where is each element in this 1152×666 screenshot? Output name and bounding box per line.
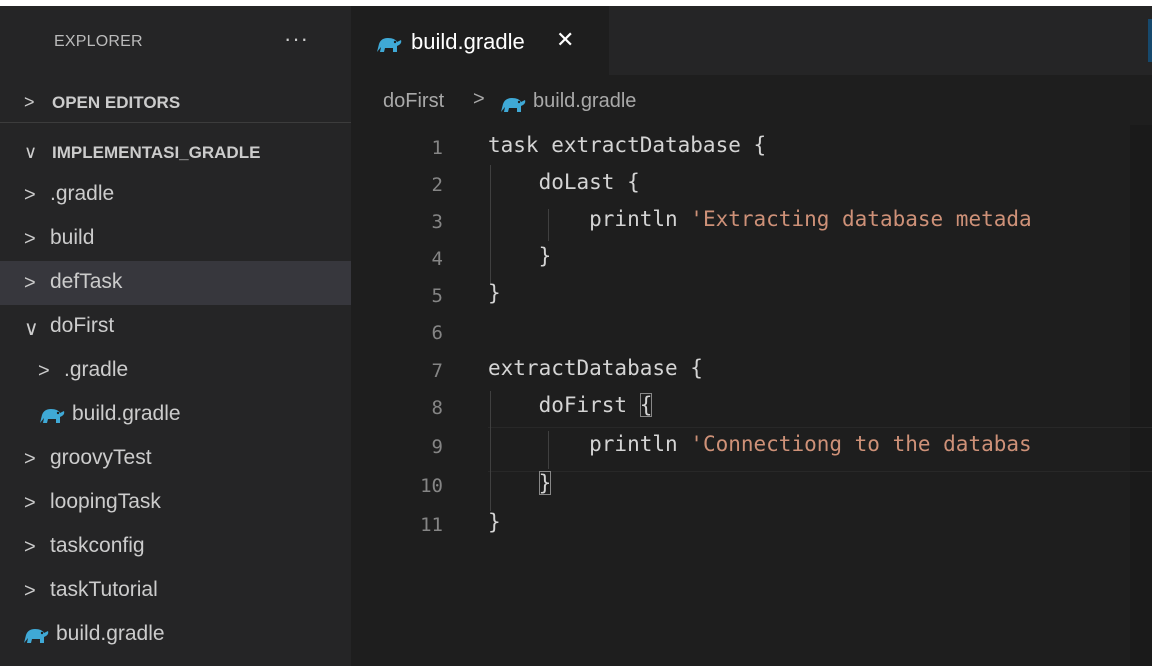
tree-item-root-build-gradle[interactable]: build.gradle — [0, 613, 351, 657]
explorer-header: EXPLORER ··· — [0, 6, 351, 72]
open-editors-label: OPEN EDITORS — [52, 93, 181, 112]
tree-item-taskconfig[interactable]: > taskconfig — [0, 525, 351, 569]
chevron-down-icon: ∨ — [24, 142, 38, 162]
line-number: 8 — [431, 397, 443, 419]
tree-item-groovytest[interactable]: > groovyTest — [0, 437, 351, 481]
tree-item-label: taskTutorial — [50, 578, 158, 601]
line-number: 10 — [420, 475, 443, 497]
line-number: 6 — [431, 322, 443, 344]
string-literal: 'Extracting database metada — [690, 207, 1032, 231]
tree-item-label: .gradle — [64, 358, 129, 381]
chevron-down-icon: ∨ — [24, 318, 39, 340]
tree-item-deftask[interactable]: > defTask — [0, 261, 351, 305]
code-line: } — [488, 281, 501, 305]
code-line: } — [488, 510, 501, 534]
code-line: println 'Connectiong to the databas — [488, 432, 1032, 456]
tree-item-build[interactable]: > build — [0, 217, 351, 261]
chevron-right-icon: > — [24, 184, 36, 206]
code-line: doLast { — [488, 170, 640, 194]
code-line: } — [488, 471, 552, 495]
gradle-elephant-icon — [501, 98, 526, 112]
chevron-right-icon: > — [473, 88, 485, 110]
line-number: 5 — [431, 285, 443, 307]
explorer-title: EXPLORER — [54, 33, 143, 50]
tree-item-dofirst-build-gradle[interactable]: build.gradle — [0, 393, 351, 437]
line-number: 9 — [431, 436, 443, 458]
tree-item-label: defTask — [50, 270, 123, 293]
code-token: println — [488, 207, 691, 231]
line-number: 7 — [431, 360, 443, 382]
line-number: 11 — [420, 514, 443, 536]
gradle-elephant-icon — [377, 38, 402, 52]
more-actions-icon[interactable]: ··· — [284, 26, 309, 52]
code-line: task extractDatabase { — [488, 133, 767, 157]
line-number: 3 — [431, 211, 443, 233]
breadcrumb: doFirst > build.gradle — [351, 75, 1152, 125]
bracket-match-close: } — [538, 471, 552, 495]
close-icon[interactable]: ✕ — [556, 27, 574, 53]
line-number: 1 — [431, 137, 443, 159]
code-line: extractDatabase { — [488, 356, 703, 380]
tab-bar-edge — [1148, 19, 1152, 62]
code-line: println 'Extracting database metada — [488, 207, 1032, 231]
tab-build-gradle[interactable]: build.gradle ✕ — [351, 6, 609, 75]
code-token: doFirst — [488, 393, 640, 417]
explorer-sidebar: EXPLORER ··· > OPEN EDITORS ∨ IMPLEMENTA… — [0, 6, 351, 666]
string-literal: 'Connectiong to the databas — [690, 432, 1032, 456]
chevron-right-icon: > — [24, 492, 36, 514]
bracket-match-open: { — [639, 393, 653, 417]
gradle-elephant-icon — [40, 409, 65, 423]
code-line: doFirst { — [488, 393, 653, 417]
chevron-right-icon: > — [24, 536, 36, 558]
tree-item-gradle[interactable]: > .gradle — [0, 173, 351, 217]
line-number: 2 — [431, 174, 443, 196]
chevron-right-icon: > — [24, 448, 36, 470]
gradle-elephant-icon — [24, 629, 49, 643]
tree-item-label: build.gradle — [56, 622, 165, 645]
tree-item-loopingtask[interactable]: > loopingTask — [0, 481, 351, 525]
tree-item-label: groovyTest — [50, 446, 152, 469]
breadcrumb-file[interactable]: build.gradle — [533, 90, 636, 113]
tree-item-label: build.gradle — [72, 402, 181, 425]
chevron-right-icon: > — [24, 580, 36, 602]
code-token: println — [488, 432, 691, 456]
editor-scroll-edge — [1130, 125, 1152, 666]
tree-item-dofirst-gradle[interactable]: > .gradle — [0, 349, 351, 393]
code-line: } — [488, 244, 552, 268]
chevron-right-icon: > — [24, 92, 35, 112]
tree-item-label: build — [50, 226, 95, 249]
project-folder-label: IMPLEMENTASI_GRADLE — [52, 143, 261, 162]
tab-bar: build.gradle ✕ — [351, 6, 1152, 75]
breadcrumb-folder[interactable]: doFirst — [383, 90, 444, 113]
line-number: 4 — [431, 248, 443, 270]
tree-item-dofirst[interactable]: ∨ doFirst — [0, 305, 351, 349]
chevron-right-icon: > — [38, 360, 50, 382]
project-folder-section[interactable]: ∨ IMPLEMENTASI_GRADLE — [0, 134, 351, 172]
tab-label: build.gradle — [411, 29, 525, 54]
chevron-right-icon: > — [24, 272, 36, 294]
tree-item-label: .gradle — [50, 182, 115, 205]
open-editors-section[interactable]: > OPEN EDITORS — [0, 84, 351, 123]
tree-item-label: doFirst — [50, 314, 115, 337]
tree-item-label: taskconfig — [50, 534, 145, 557]
tree-item-label: loopingTask — [50, 490, 161, 513]
chevron-right-icon: > — [24, 228, 36, 250]
tree-item-tasktutorial[interactable]: > taskTutorial — [0, 569, 351, 613]
code-editor[interactable]: 1 2 3 4 5 6 7 8 9 10 11 task extractData… — [351, 125, 1152, 666]
